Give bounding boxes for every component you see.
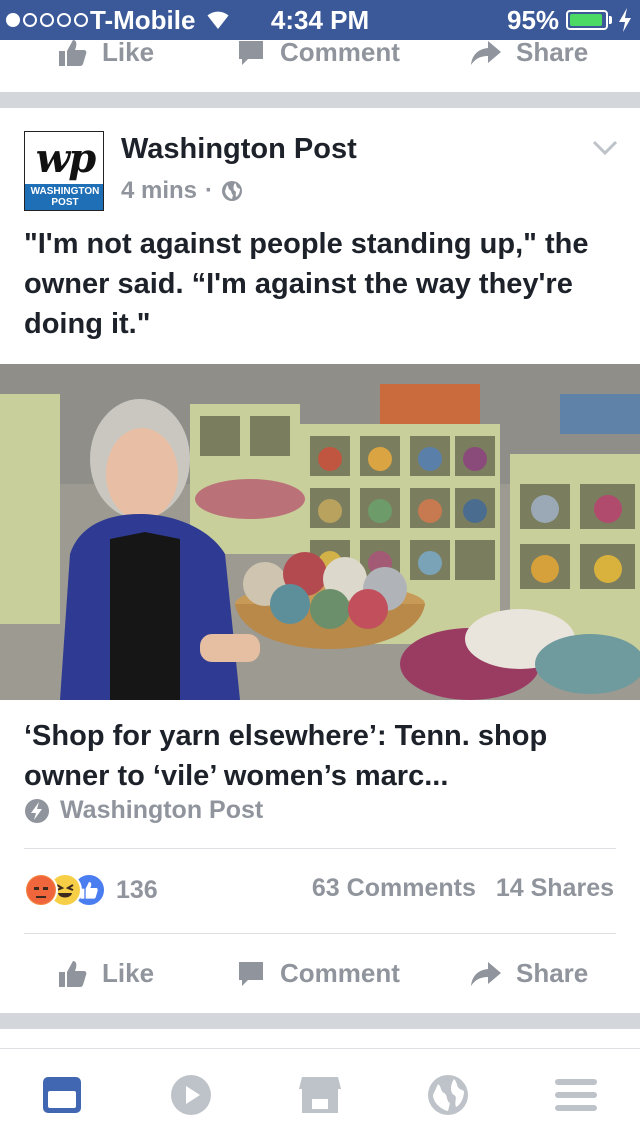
comments-count-link[interactable]: 63 Comments — [312, 874, 476, 903]
thumbs-up-icon — [59, 39, 87, 66]
post-timestamp[interactable]: 4 mins — [121, 177, 197, 205]
divider-top — [24, 848, 616, 849]
comment-icon — [239, 961, 263, 986]
comment-icon — [239, 40, 263, 65]
article-source-name: Washington Post — [60, 796, 264, 824]
post-message: "I'm not against people standing up," th… — [24, 228, 589, 340]
news-feed-icon — [43, 1077, 81, 1113]
logo-band-text: WASHINGTON POST — [30, 186, 100, 208]
article-title-link[interactable]: ‘Shop for yarn elsewhere’: Tenn. shop ow… — [24, 716, 620, 796]
battery-icon — [566, 10, 608, 30]
globe-icon — [222, 181, 243, 201]
like-label: Like — [102, 37, 155, 67]
share-arrow-icon — [471, 961, 501, 986]
hamburger-icon — [555, 1079, 597, 1111]
meta-separator: · — [205, 177, 214, 204]
battery-tip — [609, 16, 612, 24]
bottom-tab-bar — [0, 1048, 640, 1136]
article-source: Washington Post — [24, 796, 263, 825]
divider-bottom — [24, 933, 616, 934]
marketplace-icon — [299, 1077, 341, 1113]
verified-bolt-icon — [25, 798, 49, 823]
thumbs-up-icon — [59, 960, 87, 987]
tab-marketplace[interactable] — [298, 1073, 342, 1117]
angry-reaction-icon — [24, 873, 58, 907]
share-button[interactable]: Share — [470, 37, 588, 68]
comment-button[interactable]: Comment — [236, 37, 400, 68]
page-avatar[interactable]: wp WASHINGTON POST — [24, 131, 104, 211]
engagement-counts: 63 Comments 14 Shares — [312, 874, 614, 903]
share-label: Share — [516, 958, 589, 988]
comment-button[interactable]: Comment — [236, 958, 400, 989]
wp-logo-mark: wp — [35, 134, 96, 182]
comment-label: Comment — [280, 958, 400, 988]
previous-post-actions: Like Comment Share — [0, 37, 640, 73]
feed-separator-bottom — [0, 1013, 640, 1029]
like-button[interactable]: Like — [58, 958, 154, 989]
like-button[interactable]: Like — [58, 37, 154, 68]
like-label: Like — [102, 958, 155, 988]
share-label: Share — [516, 37, 589, 67]
yarn-shop-photo — [0, 364, 640, 700]
tab-news-feed[interactable] — [40, 1073, 84, 1117]
post-actions: Like Comment Share — [0, 958, 640, 994]
tab-notifications[interactable] — [426, 1073, 470, 1117]
tab-video[interactable] — [169, 1073, 213, 1117]
play-icon — [171, 1075, 211, 1115]
charging-bolt-icon — [618, 8, 632, 39]
share-button[interactable]: Share — [470, 958, 588, 989]
globe-icon — [428, 1075, 468, 1115]
feed-separator — [0, 92, 640, 108]
reaction-summary[interactable]: 136 — [24, 872, 158, 908]
tab-menu[interactable] — [554, 1073, 598, 1117]
comment-label: Comment — [280, 37, 400, 67]
status-bar: T-Mobile 4:34 PM 95% — [0, 0, 640, 40]
post-meta: 4 mins · — [121, 177, 243, 205]
page-name-link[interactable]: Washington Post — [121, 133, 357, 166]
share-arrow-icon — [471, 40, 501, 65]
article-photo[interactable] — [0, 364, 640, 700]
facebook-feed-screen: T-Mobile 4:34 PM 95% Like Comment Share … — [0, 0, 640, 1136]
battery-percent: 95% — [507, 5, 560, 35]
post-options-chevron-icon[interactable] — [592, 140, 618, 161]
reaction-count: 136 — [116, 875, 158, 904]
shares-count-link[interactable]: 14 Shares — [496, 874, 614, 903]
